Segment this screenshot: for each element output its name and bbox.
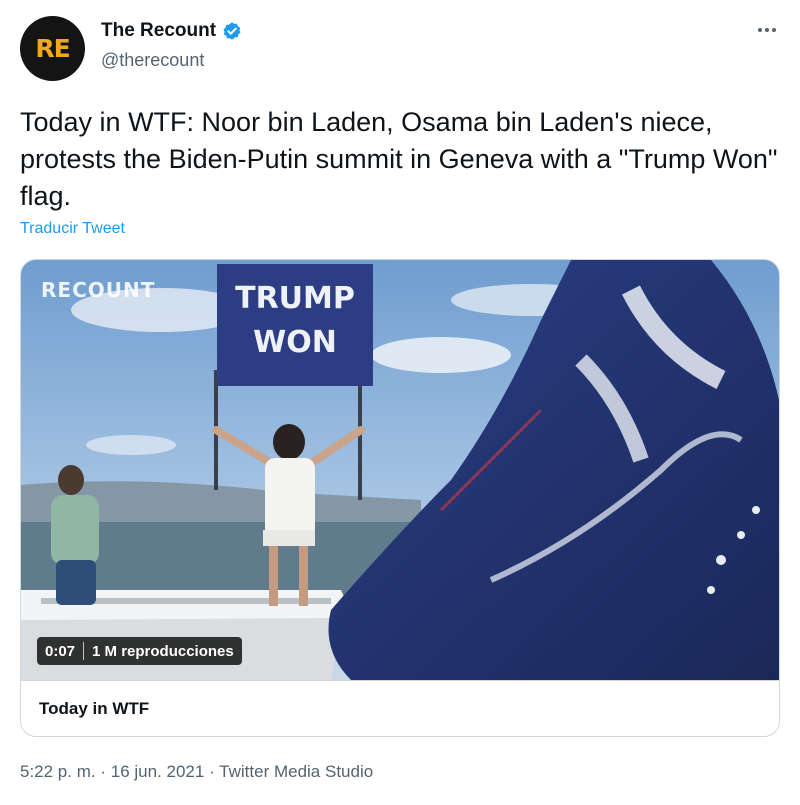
- media-card-title[interactable]: Today in WTF: [21, 680, 779, 736]
- author-handle[interactable]: @therecount: [101, 50, 204, 71]
- video-frame: TRUMP WON: [21, 260, 779, 680]
- tweet: RE The Recount @therecount Today in WTF:…: [0, 0, 800, 805]
- tweet-text: Today in WTF: Noor bin Laden, Osama bin …: [20, 107, 778, 211]
- tweet-time[interactable]: 5:22 p. m.: [20, 762, 96, 781]
- avatar[interactable]: RE: [20, 16, 85, 81]
- meta-separator-2: ·: [209, 762, 215, 781]
- video-watermark: RECOUNT: [41, 278, 156, 302]
- author-name[interactable]: The Recount: [101, 20, 216, 42]
- video-duration: 0:07: [45, 642, 76, 660]
- author-name-row: The Recount: [101, 20, 242, 42]
- tweet-meta: 5:22 p. m. · 16 jun. 2021 · Twitter Medi…: [20, 762, 373, 782]
- meta-separator: ·: [100, 762, 107, 781]
- media-card[interactable]: TRUMP WON RECOUNT 0:07 1 M reproduccione…: [20, 259, 780, 737]
- flag-text-line2: WON: [253, 325, 337, 360]
- more-options-button[interactable]: [752, 18, 782, 42]
- recount-logo: RE: [35, 34, 70, 63]
- more-dots-icon: [758, 28, 762, 32]
- tweet-source[interactable]: Twitter Media Studio: [219, 762, 373, 781]
- flag-text-line1: TRUMP: [235, 281, 355, 316]
- video-player[interactable]: TRUMP WON RECOUNT 0:07 1 M reproduccione…: [21, 260, 779, 680]
- video-views: 1 M reproducciones: [92, 642, 234, 660]
- translate-tweet-link[interactable]: Traducir Tweet: [20, 220, 125, 238]
- verified-badge-icon: [222, 21, 242, 41]
- tweet-date[interactable]: 16 jun. 2021: [111, 762, 205, 781]
- video-badge: 0:07 1 M reproducciones: [37, 637, 242, 665]
